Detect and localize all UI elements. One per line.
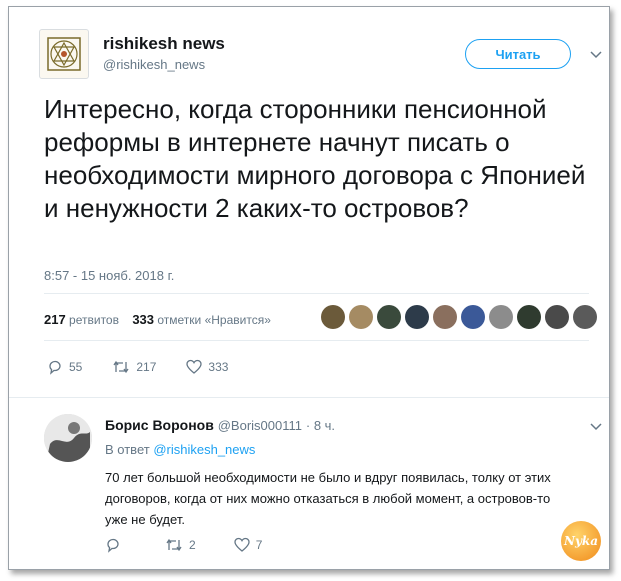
liker-avatar[interactable] — [489, 305, 513, 329]
reply-like-count: 7 — [255, 538, 263, 552]
tweet-card: rishikesh news @rishikesh_news Читать Ин… — [8, 6, 610, 570]
in-reply-handle-link[interactable]: @rishikesh_news — [153, 442, 255, 457]
reply-actions: 2 7 — [105, 537, 300, 553]
liker-avatar[interactable] — [433, 305, 457, 329]
like-count: 333 — [208, 360, 229, 374]
reply-author-handle[interactable]: @Boris000111 — [218, 418, 302, 433]
liker-avatar[interactable] — [405, 305, 429, 329]
author-avatar[interactable] — [39, 29, 89, 79]
watermark-logo: Nyka — [561, 521, 601, 561]
liker-avatar[interactable] — [573, 305, 597, 329]
liker-avatar[interactable] — [517, 305, 541, 329]
likes-count[interactable]: 333 — [132, 312, 154, 327]
reply-button[interactable]: 55 — [47, 359, 82, 375]
retweet-icon — [113, 360, 129, 374]
divider — [9, 397, 609, 398]
retweets-label[interactable]: ретвитов — [69, 313, 119, 327]
reply-like-button[interactable]: 7 — [234, 537, 263, 553]
reply-count: 55 — [69, 360, 83, 374]
reply-header: Борис Воронов @Boris000111 · 8 ч. — [105, 417, 335, 433]
liker-avatars — [321, 305, 597, 329]
reply-retweet-button[interactable]: 2 — [165, 537, 196, 553]
likes-label[interactable]: отметки «Нравится» — [157, 313, 271, 327]
liker-avatar[interactable] — [545, 305, 569, 329]
reply-author-name[interactable]: Борис Воронов — [105, 417, 214, 433]
in-reply-to: В ответ @rishikesh_news — [105, 442, 255, 457]
liker-avatar[interactable] — [349, 305, 373, 329]
reply-time[interactable]: · 8 ч. — [306, 418, 335, 433]
tweet-actions: 55 217 333 — [47, 359, 258, 375]
tweet-timestamp[interactable]: 8:57 - 15 нояб. 2018 г. — [44, 268, 174, 283]
author-handle[interactable]: @rishikesh_news — [103, 57, 205, 72]
liker-avatar[interactable] — [461, 305, 485, 329]
reply-author-avatar[interactable] — [44, 414, 92, 462]
divider — [44, 293, 589, 294]
author-name[interactable]: rishikesh news — [103, 34, 225, 54]
tweet-stats: 217 ретвитов 333 отметки «Нравится» — [44, 312, 271, 327]
reply-icon — [49, 360, 61, 375]
reply-reply-button[interactable] — [105, 537, 127, 553]
retweet-count: 217 — [136, 360, 157, 374]
heart-icon — [186, 359, 203, 374]
retweet-icon — [166, 538, 182, 552]
divider — [44, 340, 589, 341]
follow-button[interactable]: Читать — [465, 39, 571, 69]
reply-retweet-count: 2 — [189, 538, 196, 552]
chevron-down-icon[interactable] — [589, 47, 603, 61]
heart-icon — [234, 537, 250, 552]
tweet-text: Интересно, когда сторонники пенсионной р… — [44, 94, 586, 223]
liker-avatar[interactable] — [321, 305, 345, 329]
reply-text: 70 лет большой необходимости не было и в… — [105, 470, 551, 527]
in-reply-prefix: В ответ — [105, 442, 150, 457]
reply-icon — [107, 538, 119, 553]
chevron-down-icon[interactable] — [589, 419, 603, 433]
retweets-count[interactable]: 217 — [44, 312, 66, 327]
like-button[interactable]: 333 — [186, 359, 228, 375]
retweet-button[interactable]: 217 — [112, 359, 156, 375]
liker-avatar[interactable] — [377, 305, 401, 329]
